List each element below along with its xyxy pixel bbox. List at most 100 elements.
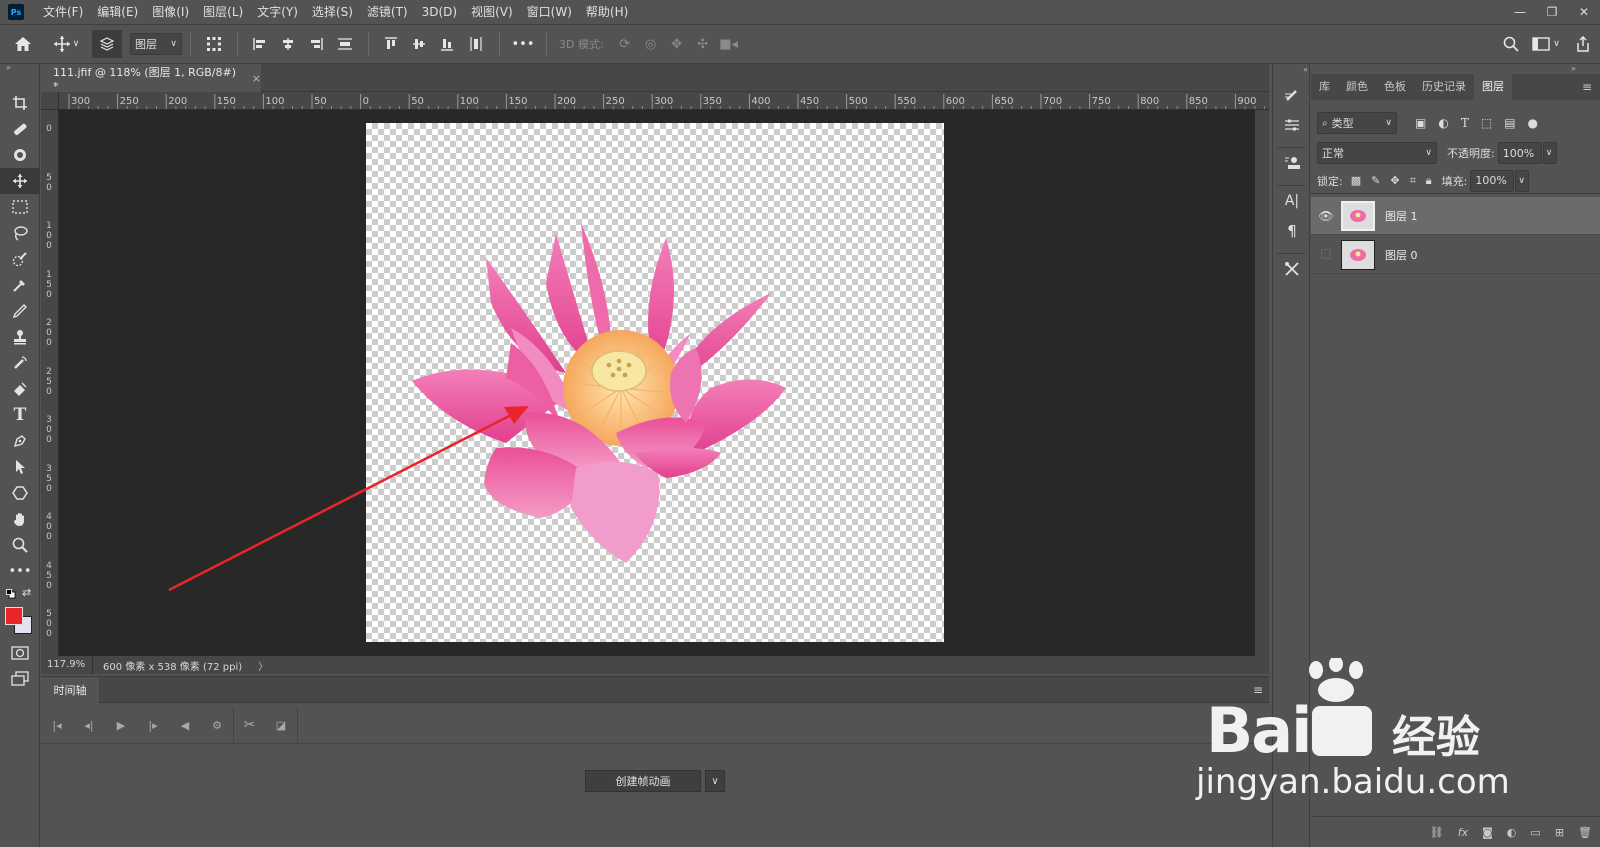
menu-edit[interactable]: 编辑(E) bbox=[90, 0, 145, 24]
adjustments-icon[interactable] bbox=[1273, 110, 1311, 140]
audio-icon[interactable]: ◀ bbox=[169, 719, 201, 732]
align-bottom-icon[interactable] bbox=[433, 30, 461, 58]
layer-style-icon[interactable]: fx bbox=[1458, 826, 1468, 839]
lock-all-icon[interactable]: 🔒︎ bbox=[1426, 174, 1432, 188]
menu-file[interactable]: 文件(F) bbox=[36, 0, 90, 24]
tool-presets-icon[interactable] bbox=[1273, 254, 1311, 284]
filter-pixel-icon[interactable]: ▣ bbox=[1415, 116, 1426, 130]
auto-select-icon[interactable] bbox=[92, 30, 122, 58]
type-tool-icon[interactable]: T bbox=[0, 402, 40, 428]
paragraph-panel-icon[interactable]: ¶ bbox=[1273, 216, 1311, 246]
ruler-origin[interactable] bbox=[41, 92, 59, 110]
align-vertical-center-icon[interactable] bbox=[405, 30, 433, 58]
roll-3d-icon[interactable]: ◎ bbox=[638, 30, 664, 58]
move-tool-preset-icon[interactable]: ∨ bbox=[46, 30, 86, 58]
layer-row[interactable]: 图层 0 bbox=[1311, 236, 1600, 274]
pen-tool-icon[interactable] bbox=[0, 428, 40, 454]
lock-position-icon[interactable]: ✥ bbox=[1390, 174, 1399, 187]
search-icon[interactable] bbox=[1496, 30, 1526, 58]
filter-shape-icon[interactable]: ⬚ bbox=[1481, 116, 1492, 130]
filter-kind-dropdown[interactable]: ⌕ 类型 ∨ bbox=[1317, 112, 1397, 134]
collapse-arrows-icon[interactable]: « bbox=[1273, 64, 1309, 80]
delete-layer-icon[interactable]: 🗑︎ bbox=[1578, 826, 1592, 839]
play-icon[interactable]: ▶ bbox=[105, 719, 137, 732]
align-top-icon[interactable] bbox=[377, 30, 405, 58]
menu-window[interactable]: 窗口(W) bbox=[520, 0, 579, 24]
menu-select[interactable]: 选择(S) bbox=[305, 0, 360, 24]
tab-libraries[interactable]: 库 bbox=[1311, 74, 1338, 100]
share-icon[interactable] bbox=[1566, 30, 1600, 58]
split-scissors-icon[interactable]: ✂ bbox=[233, 707, 265, 743]
lock-image-icon[interactable]: ✎ bbox=[1371, 174, 1380, 187]
path-selection-icon[interactable] bbox=[0, 454, 40, 480]
horizontal-ruler[interactable]: 300 250 200 150 100 50 0 50 100 150 200 250 300 350 40… bbox=[41, 92, 1269, 110]
tab-layers[interactable]: 图层 bbox=[1474, 74, 1512, 100]
menu-help[interactable]: 帮助(H) bbox=[579, 0, 635, 24]
panel-menu-icon[interactable]: ≡ bbox=[1253, 683, 1263, 697]
more-options-icon[interactable]: ••• bbox=[508, 30, 538, 58]
chevron-down-icon[interactable]: ∨ bbox=[705, 770, 725, 792]
create-frame-animation-button[interactable]: 创建帧动画 bbox=[585, 770, 701, 792]
status-menu-arrow-icon[interactable]: 〉 bbox=[258, 658, 268, 673]
pencil-icon[interactable] bbox=[0, 298, 40, 324]
filter-smart-object-icon[interactable]: ▤ bbox=[1504, 116, 1515, 130]
blend-mode-dropdown[interactable]: 正常 ∨ bbox=[1317, 142, 1437, 164]
home-icon[interactable] bbox=[0, 30, 46, 58]
foreground-color-swatch[interactable] bbox=[5, 607, 23, 625]
clone-source-icon[interactable] bbox=[1273, 148, 1311, 178]
canvas-area[interactable] bbox=[59, 110, 1255, 656]
link-layers-icon[interactable]: ⛓ bbox=[1430, 826, 1444, 839]
zoom-level[interactable]: 117.9% bbox=[41, 656, 93, 674]
panel-menu-icon[interactable]: ≡ bbox=[1582, 80, 1592, 94]
menu-view[interactable]: 视图(V) bbox=[464, 0, 520, 24]
default-colors-icon[interactable] bbox=[6, 588, 16, 599]
zoom-tool-icon[interactable] bbox=[0, 532, 40, 558]
shape-tool-icon[interactable] bbox=[0, 480, 40, 506]
restore-button[interactable]: ❐ bbox=[1536, 0, 1568, 24]
quick-mask-icon[interactable] bbox=[0, 640, 40, 666]
fill-input[interactable]: 100% bbox=[1470, 169, 1515, 192]
character-panel-icon[interactable]: A| bbox=[1273, 186, 1311, 216]
lasso-tool-icon[interactable] bbox=[0, 220, 40, 246]
menu-type[interactable]: 文字(Y) bbox=[250, 0, 305, 24]
transition-icon[interactable]: ◪ bbox=[265, 719, 297, 732]
previous-frame-icon[interactable]: ◂| bbox=[73, 719, 105, 732]
distribute-vertical-icon[interactable] bbox=[330, 30, 360, 58]
slide-3d-icon[interactable]: ✣ bbox=[690, 30, 716, 58]
minimize-button[interactable]: — bbox=[1504, 0, 1536, 24]
hand-tool-icon[interactable] bbox=[0, 506, 40, 532]
new-group-icon[interactable]: ▭ bbox=[1530, 826, 1540, 839]
tab-history[interactable]: 历史记录 bbox=[1414, 74, 1474, 100]
workspace-icon[interactable]: ∨ bbox=[1526, 30, 1566, 58]
new-layer-icon[interactable]: ⊞ bbox=[1555, 826, 1564, 839]
eye-icon[interactable]: 👁︎ bbox=[1311, 209, 1341, 223]
menu-image[interactable]: 图像(I) bbox=[145, 0, 196, 24]
filter-adjustment-icon[interactable]: ◐ bbox=[1438, 116, 1448, 130]
align-right-icon[interactable] bbox=[302, 30, 330, 58]
auto-select-target-dropdown[interactable]: 图层 ∨ bbox=[130, 33, 182, 55]
marquee-tool-icon[interactable] bbox=[0, 194, 40, 220]
tab-color[interactable]: 颜色 bbox=[1338, 74, 1376, 100]
first-frame-icon[interactable]: |◂ bbox=[41, 719, 73, 732]
menu-filter[interactable]: 滤镜(T) bbox=[360, 0, 415, 24]
brush-tool-icon[interactable] bbox=[0, 142, 40, 168]
edit-toolbar-icon[interactable]: ••• bbox=[0, 558, 40, 584]
filter-toggle-icon[interactable]: ● bbox=[1528, 116, 1538, 130]
healing-brush-icon[interactable] bbox=[0, 116, 40, 142]
eraser-icon[interactable] bbox=[0, 376, 40, 402]
drag-3d-icon[interactable]: ✥ bbox=[664, 30, 690, 58]
align-left-icon[interactable] bbox=[246, 30, 274, 58]
eyedropper-icon[interactable] bbox=[0, 272, 40, 298]
filter-type-icon[interactable]: T bbox=[1461, 116, 1469, 130]
orbit-3d-icon[interactable]: ⟳ bbox=[612, 30, 638, 58]
lock-transparent-icon[interactable]: ▩ bbox=[1351, 174, 1361, 187]
tab-swatches[interactable]: 色板 bbox=[1376, 74, 1414, 100]
scale-3d-icon[interactable]: ■◂ bbox=[716, 30, 742, 58]
brush-settings-icon[interactable] bbox=[1273, 80, 1311, 110]
crop-tool-icon[interactable] bbox=[0, 90, 40, 116]
settings-gear-icon[interactable]: ⚙ bbox=[201, 719, 233, 732]
tab-timeline[interactable]: 时间轴 bbox=[41, 677, 99, 703]
document-tab[interactable]: 111.jfif @ 118% (图层 1, RGB/8#) * × bbox=[41, 64, 261, 93]
collapse-arrows-icon[interactable]: » bbox=[0, 64, 39, 72]
opacity-input[interactable]: 100% bbox=[1497, 142, 1542, 164]
